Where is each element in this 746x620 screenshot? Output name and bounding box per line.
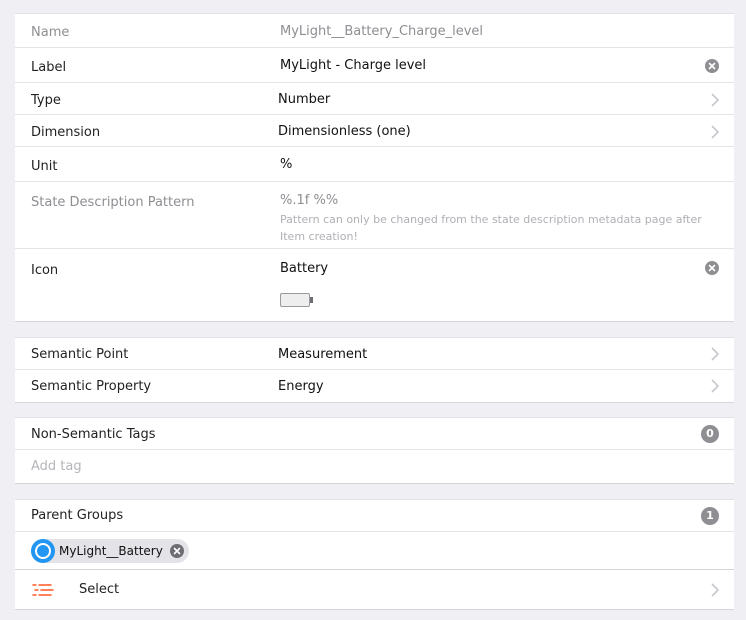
pattern-label: State Description Pattern <box>31 195 195 210</box>
chip-media <box>31 539 55 563</box>
label-field[interactable]: MyLight - Charge level <box>280 58 426 73</box>
clear-icon-button[interactable] <box>705 261 719 275</box>
select-group-row[interactable]: Select <box>15 571 734 609</box>
parent-groups-header-row: Parent Groups 1 <box>15 500 734 532</box>
type-value: Number <box>278 92 331 107</box>
close-icon <box>708 62 716 70</box>
dimension-label: Dimension <box>31 125 101 140</box>
semantics-group: Semantic Point Measurement Semantic Prop… <box>15 337 734 403</box>
battery-icon <box>280 293 310 307</box>
tags-count-badge: 0 <box>701 425 719 443</box>
parent-groups-group: Parent Groups 1 MyLight__Battery Select <box>15 499 734 610</box>
icon-row: Icon Battery <box>15 249 734 321</box>
type-row[interactable]: Type Number <box>15 83 734 115</box>
chevron-right-icon <box>711 583 720 597</box>
tags-header-row: Non-Semantic Tags 0 <box>15 418 734 450</box>
clear-label-button[interactable] <box>705 59 719 73</box>
tags-label: Non-Semantic Tags <box>31 427 156 442</box>
icon-field[interactable]: Battery <box>280 261 328 276</box>
icon-label: Icon <box>31 263 59 278</box>
close-icon <box>173 547 181 555</box>
remove-group-button[interactable] <box>169 544 184 558</box>
chevron-right-icon <box>711 347 720 361</box>
name-label: Name <box>31 25 70 40</box>
close-icon <box>708 264 716 272</box>
semantic-property-label: Semantic Property <box>31 379 152 394</box>
semantic-property-row[interactable]: Semantic Property Energy <box>15 370 734 402</box>
chevron-right-icon <box>711 125 720 139</box>
dimension-row[interactable]: Dimension Dimensionless (one) <box>15 115 734 147</box>
unit-row: Unit % <box>15 147 734 182</box>
pattern-hint: Pattern can only be changed from the sta… <box>280 213 702 243</box>
semantic-property-value: Energy <box>278 379 324 394</box>
pattern-row: State Description Pattern %.1f %% Patter… <box>15 182 734 249</box>
add-tag-input[interactable]: Add tag <box>31 459 82 474</box>
label-row: Label MyLight - Charge level <box>15 48 734 83</box>
parent-groups-label: Parent Groups <box>31 508 124 523</box>
name-field: MyLight__Battery_Charge_level <box>280 24 484 39</box>
semantic-point-label: Semantic Point <box>31 347 129 362</box>
list-icon <box>32 584 54 596</box>
group-chip[interactable]: MyLight__Battery <box>31 539 189 563</box>
label-label: Label <box>31 60 67 75</box>
pattern-field: %.1f %% <box>280 193 339 208</box>
parent-groups-chips-row: MyLight__Battery <box>15 532 734 570</box>
dimension-value: Dimensionless (one) <box>278 124 411 139</box>
item-properties-group: Name MyLight__Battery_Charge_level Label… <box>15 13 734 322</box>
tags-group: Non-Semantic Tags 0 Add tag <box>15 417 734 484</box>
add-tag-row[interactable]: Add tag <box>15 450 734 483</box>
unit-field[interactable]: % <box>280 157 292 172</box>
unit-label: Unit <box>31 159 58 174</box>
name-row: Name MyLight__Battery_Charge_level <box>15 14 734 48</box>
chevron-right-icon <box>711 93 720 107</box>
folder-icon <box>35 543 51 559</box>
group-chip-label: MyLight__Battery <box>59 544 163 558</box>
select-group-label: Select <box>79 582 120 597</box>
type-label: Type <box>31 93 61 108</box>
battery-icon-tip <box>310 297 313 303</box>
semantic-point-row[interactable]: Semantic Point Measurement <box>15 338 734 370</box>
semantic-point-value: Measurement <box>278 347 368 362</box>
chevron-right-icon <box>711 379 720 393</box>
parent-groups-count-badge: 1 <box>701 507 719 525</box>
